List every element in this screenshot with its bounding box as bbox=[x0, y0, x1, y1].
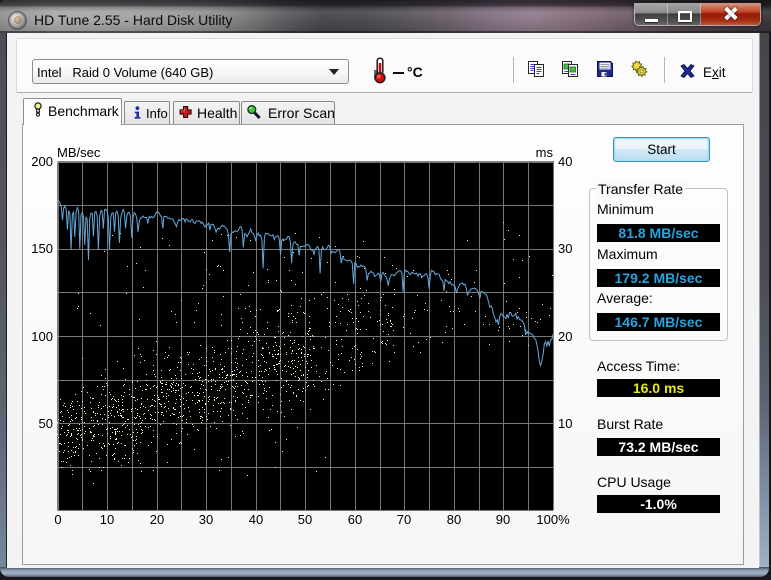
svg-text:90: 90 bbox=[496, 512, 510, 527]
svg-text:50: 50 bbox=[39, 416, 53, 431]
svg-text:30: 30 bbox=[558, 241, 572, 256]
svg-text:MB/sec: MB/sec bbox=[57, 145, 101, 160]
svg-text:ms: ms bbox=[536, 145, 554, 160]
svg-text:50: 50 bbox=[298, 512, 312, 527]
svg-text:10: 10 bbox=[100, 512, 114, 527]
svg-text:10: 10 bbox=[558, 416, 572, 431]
svg-text:100: 100 bbox=[31, 329, 53, 344]
svg-text:100%: 100% bbox=[536, 512, 570, 527]
svg-text:40: 40 bbox=[558, 154, 572, 169]
svg-text:40: 40 bbox=[249, 512, 263, 527]
svg-text:80: 80 bbox=[447, 512, 461, 527]
svg-text:60: 60 bbox=[348, 512, 362, 527]
svg-text:200: 200 bbox=[31, 154, 53, 169]
svg-text:0: 0 bbox=[54, 512, 61, 527]
svg-text:30: 30 bbox=[199, 512, 213, 527]
svg-text:20: 20 bbox=[558, 329, 572, 344]
svg-text:150: 150 bbox=[31, 241, 53, 256]
svg-text:20: 20 bbox=[150, 512, 164, 527]
svg-text:70: 70 bbox=[397, 512, 411, 527]
